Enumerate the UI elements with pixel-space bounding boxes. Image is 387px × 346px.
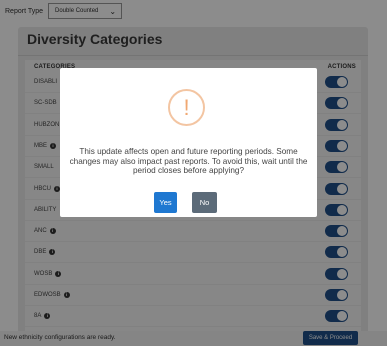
warning-exclamation-icon: ! xyxy=(168,89,205,126)
yes-button[interactable]: Yes xyxy=(154,192,177,213)
dialog-message: This update affects open and future repo… xyxy=(69,147,308,175)
confirm-dialog: ! This update affects open and future re… xyxy=(60,68,317,217)
no-button[interactable]: No xyxy=(192,192,217,213)
